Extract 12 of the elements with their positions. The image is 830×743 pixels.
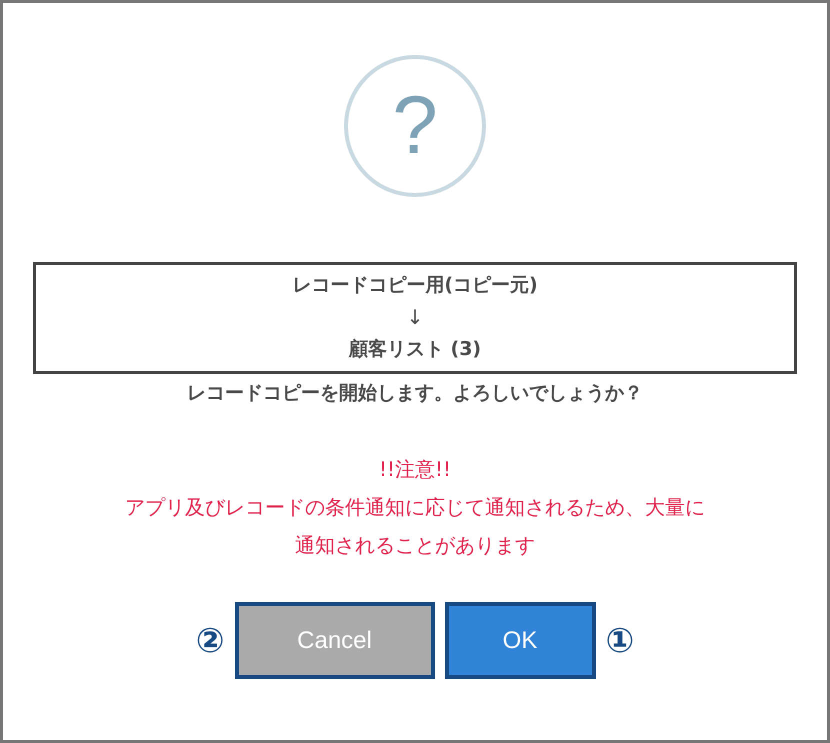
cancel-button[interactable]: Cancel [234,602,434,679]
step-marker: ② [196,624,224,658]
confirm-message: レコードコピーを開始します。よろしいでしょうか？ [187,381,643,406]
source-app: レコードコピー用(コピー元) [292,273,538,298]
ok-button[interactable]: OK [444,602,596,679]
warning-text: アプリ及びレコードの条件通知に応じて通知されるため、大量に [125,494,705,521]
step-marker: ① [606,624,634,658]
target-app: 顧客リスト (3) [348,337,482,362]
warning-title: !!注意!! [378,456,452,483]
warning-text: 通知されることがあります [295,532,535,559]
down-arrow: ↓ [406,305,424,329]
question-icon: ? [344,55,486,197]
